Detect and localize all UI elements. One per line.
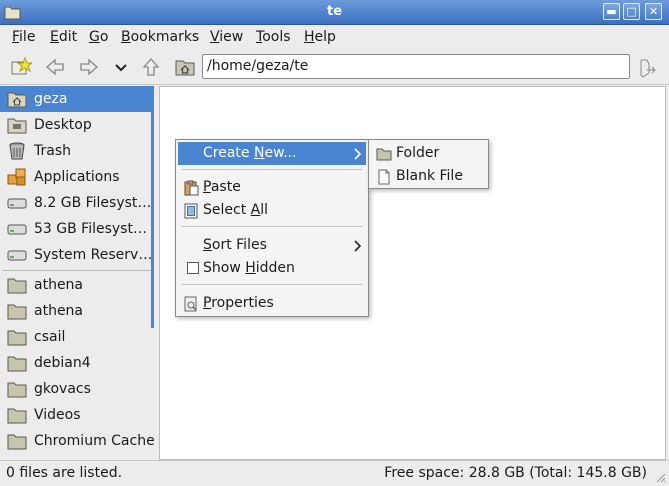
places-sidebar: geza Desktop Trash Applications 8.2 GB F… [0,86,155,460]
sidebar-item-desktop[interactable]: Desktop [0,112,152,138]
paste-icon [184,180,199,196]
free-space-status: Free space: 28.8 GB (Total: 145.8 GB) [384,465,647,481]
menu-separator [182,226,362,227]
sidebar-item-chromium-cache[interactable]: Chromium Cache [0,428,155,454]
folder-icon [7,330,27,346]
menu-item-blank-file[interactable]: Blank File [371,165,486,188]
sidebar-item-trash[interactable]: Trash [0,138,152,164]
folder-icon [7,408,27,424]
sidebar-item-csail[interactable]: csail [0,324,152,350]
menu-edit[interactable]: Edit [50,29,77,45]
sidebar-item-label: csail [34,329,66,345]
menu-tools[interactable]: Tools [256,29,291,45]
status-bar: 0 files are listed. Free space: 28.8 GB … [0,460,669,486]
sidebar-item-label: Applications [34,169,120,185]
sidebar-item-label: debian4 [34,355,91,371]
forward-arrow-icon[interactable] [78,56,100,78]
menu-help[interactable]: Help [304,29,336,45]
drive-icon [7,224,27,235]
menu-item-label: Show Hidden [203,260,295,276]
sidebar-item-athena[interactable]: athena [0,272,152,298]
sidebar-item-system-reserved[interactable]: System Reserv… [0,242,152,268]
sidebar-item-label: System Reserv… [34,247,153,263]
menu-item-folder[interactable]: Folder [371,142,486,165]
menu-item-label: Sort Files [203,237,267,253]
blank-file-icon [378,169,390,185]
folder-icon [7,434,27,450]
sidebar-item-videos[interactable]: Videos [0,402,152,428]
menu-item-label: Blank File [396,168,463,184]
menu-item-label: Folder [396,145,440,161]
submenu-arrow-icon [354,240,362,252]
title-bar: te ▬ □ ✕ [0,0,669,25]
sidebar-item-label: Chromium Cache [34,433,155,449]
select-all-icon [184,203,198,219]
home-folder-icon [7,92,27,108]
folder-icon [376,148,392,161]
menu-bar: File Edit Go Bookmarks View Tools Help [0,25,669,49]
sidebar-item-filesystem-8gb[interactable]: 8.2 GB Filesyst… [0,190,152,216]
minimize-button[interactable]: ▬ [603,3,620,20]
sidebar-item-label: 8.2 GB Filesyst… [34,195,152,211]
up-arrow-icon[interactable] [140,56,162,78]
sidebar-item-label: athena [34,277,84,293]
menu-separator [182,284,362,285]
sidebar-item-gkovacs[interactable]: gkovacs [0,376,152,402]
folder-icon [7,304,27,320]
maximize-button[interactable]: □ [623,3,640,20]
menu-go[interactable]: Go [89,29,108,45]
sidebar-item-label: 53 GB Filesyst… [34,221,147,237]
file-count-status: 0 files are listed. [6,465,123,481]
submenu-arrow-icon [354,148,362,160]
folder-icon [7,278,27,294]
new-tab-icon[interactable] [10,56,32,78]
menu-item-show-hidden[interactable]: Show Hidden [178,257,366,280]
resize-grip-icon[interactable] [654,471,666,483]
desktop-folder-icon [7,118,27,134]
back-arrow-icon[interactable] [44,56,66,78]
go-path-icon[interactable] [637,57,659,79]
menu-view[interactable]: View [210,29,243,45]
sidebar-item-label: Trash [34,143,71,159]
menu-separator [182,169,362,170]
sidebar-item-applications[interactable]: Applications [0,164,152,190]
sidebar-item-label: Videos [34,407,81,423]
menu-item-label: Properties [203,295,274,311]
menu-item-select-all[interactable]: Select All [178,199,366,222]
menu-item-label: Select All [203,202,268,218]
home-icon[interactable] [174,56,196,78]
close-button[interactable]: ✕ [645,3,662,20]
drive-icon [7,250,27,261]
sidebar-item-label: Desktop [34,117,92,133]
sidebar-item-filesystem-53gb[interactable]: 53 GB Filesyst… [0,216,152,242]
folder-icon [7,356,27,372]
sidebar-item-label: athena [34,303,84,319]
show-hidden-checkbox[interactable] [187,262,199,274]
sidebar-item-geza[interactable]: geza [0,86,152,112]
sidebar-item-athena-2[interactable]: athena [0,298,152,324]
folder-icon [7,382,27,398]
sidebar-item-label: gkovacs [34,381,91,397]
location-path-input[interactable]: /home/geza/te [202,54,630,79]
sidebar-separator [3,270,151,271]
sidebar-item-label: geza [34,91,68,107]
menu-item-sort-files[interactable]: Sort Files [178,234,366,257]
context-menu: Create New... Paste Select All Sort File… [175,139,369,317]
menu-item-paste[interactable]: Paste [178,176,366,199]
menu-bookmarks[interactable]: Bookmarks [121,29,199,45]
history-dropdown-icon[interactable] [110,56,132,78]
menu-item-label: Create New... [203,145,297,161]
applications-icon [7,168,26,186]
window-title: te [326,4,343,19]
menu-item-label: Paste [203,179,241,195]
menu-file[interactable]: File [12,29,35,45]
create-new-submenu: Folder Blank File [368,139,489,189]
sidebar-item-debian4[interactable]: debian4 [0,350,152,376]
menu-item-properties[interactable]: Properties [178,292,366,315]
drive-icon [7,198,27,209]
properties-icon [184,296,197,312]
trash-icon [9,142,25,160]
menu-item-create-new[interactable]: Create New... [178,142,366,165]
